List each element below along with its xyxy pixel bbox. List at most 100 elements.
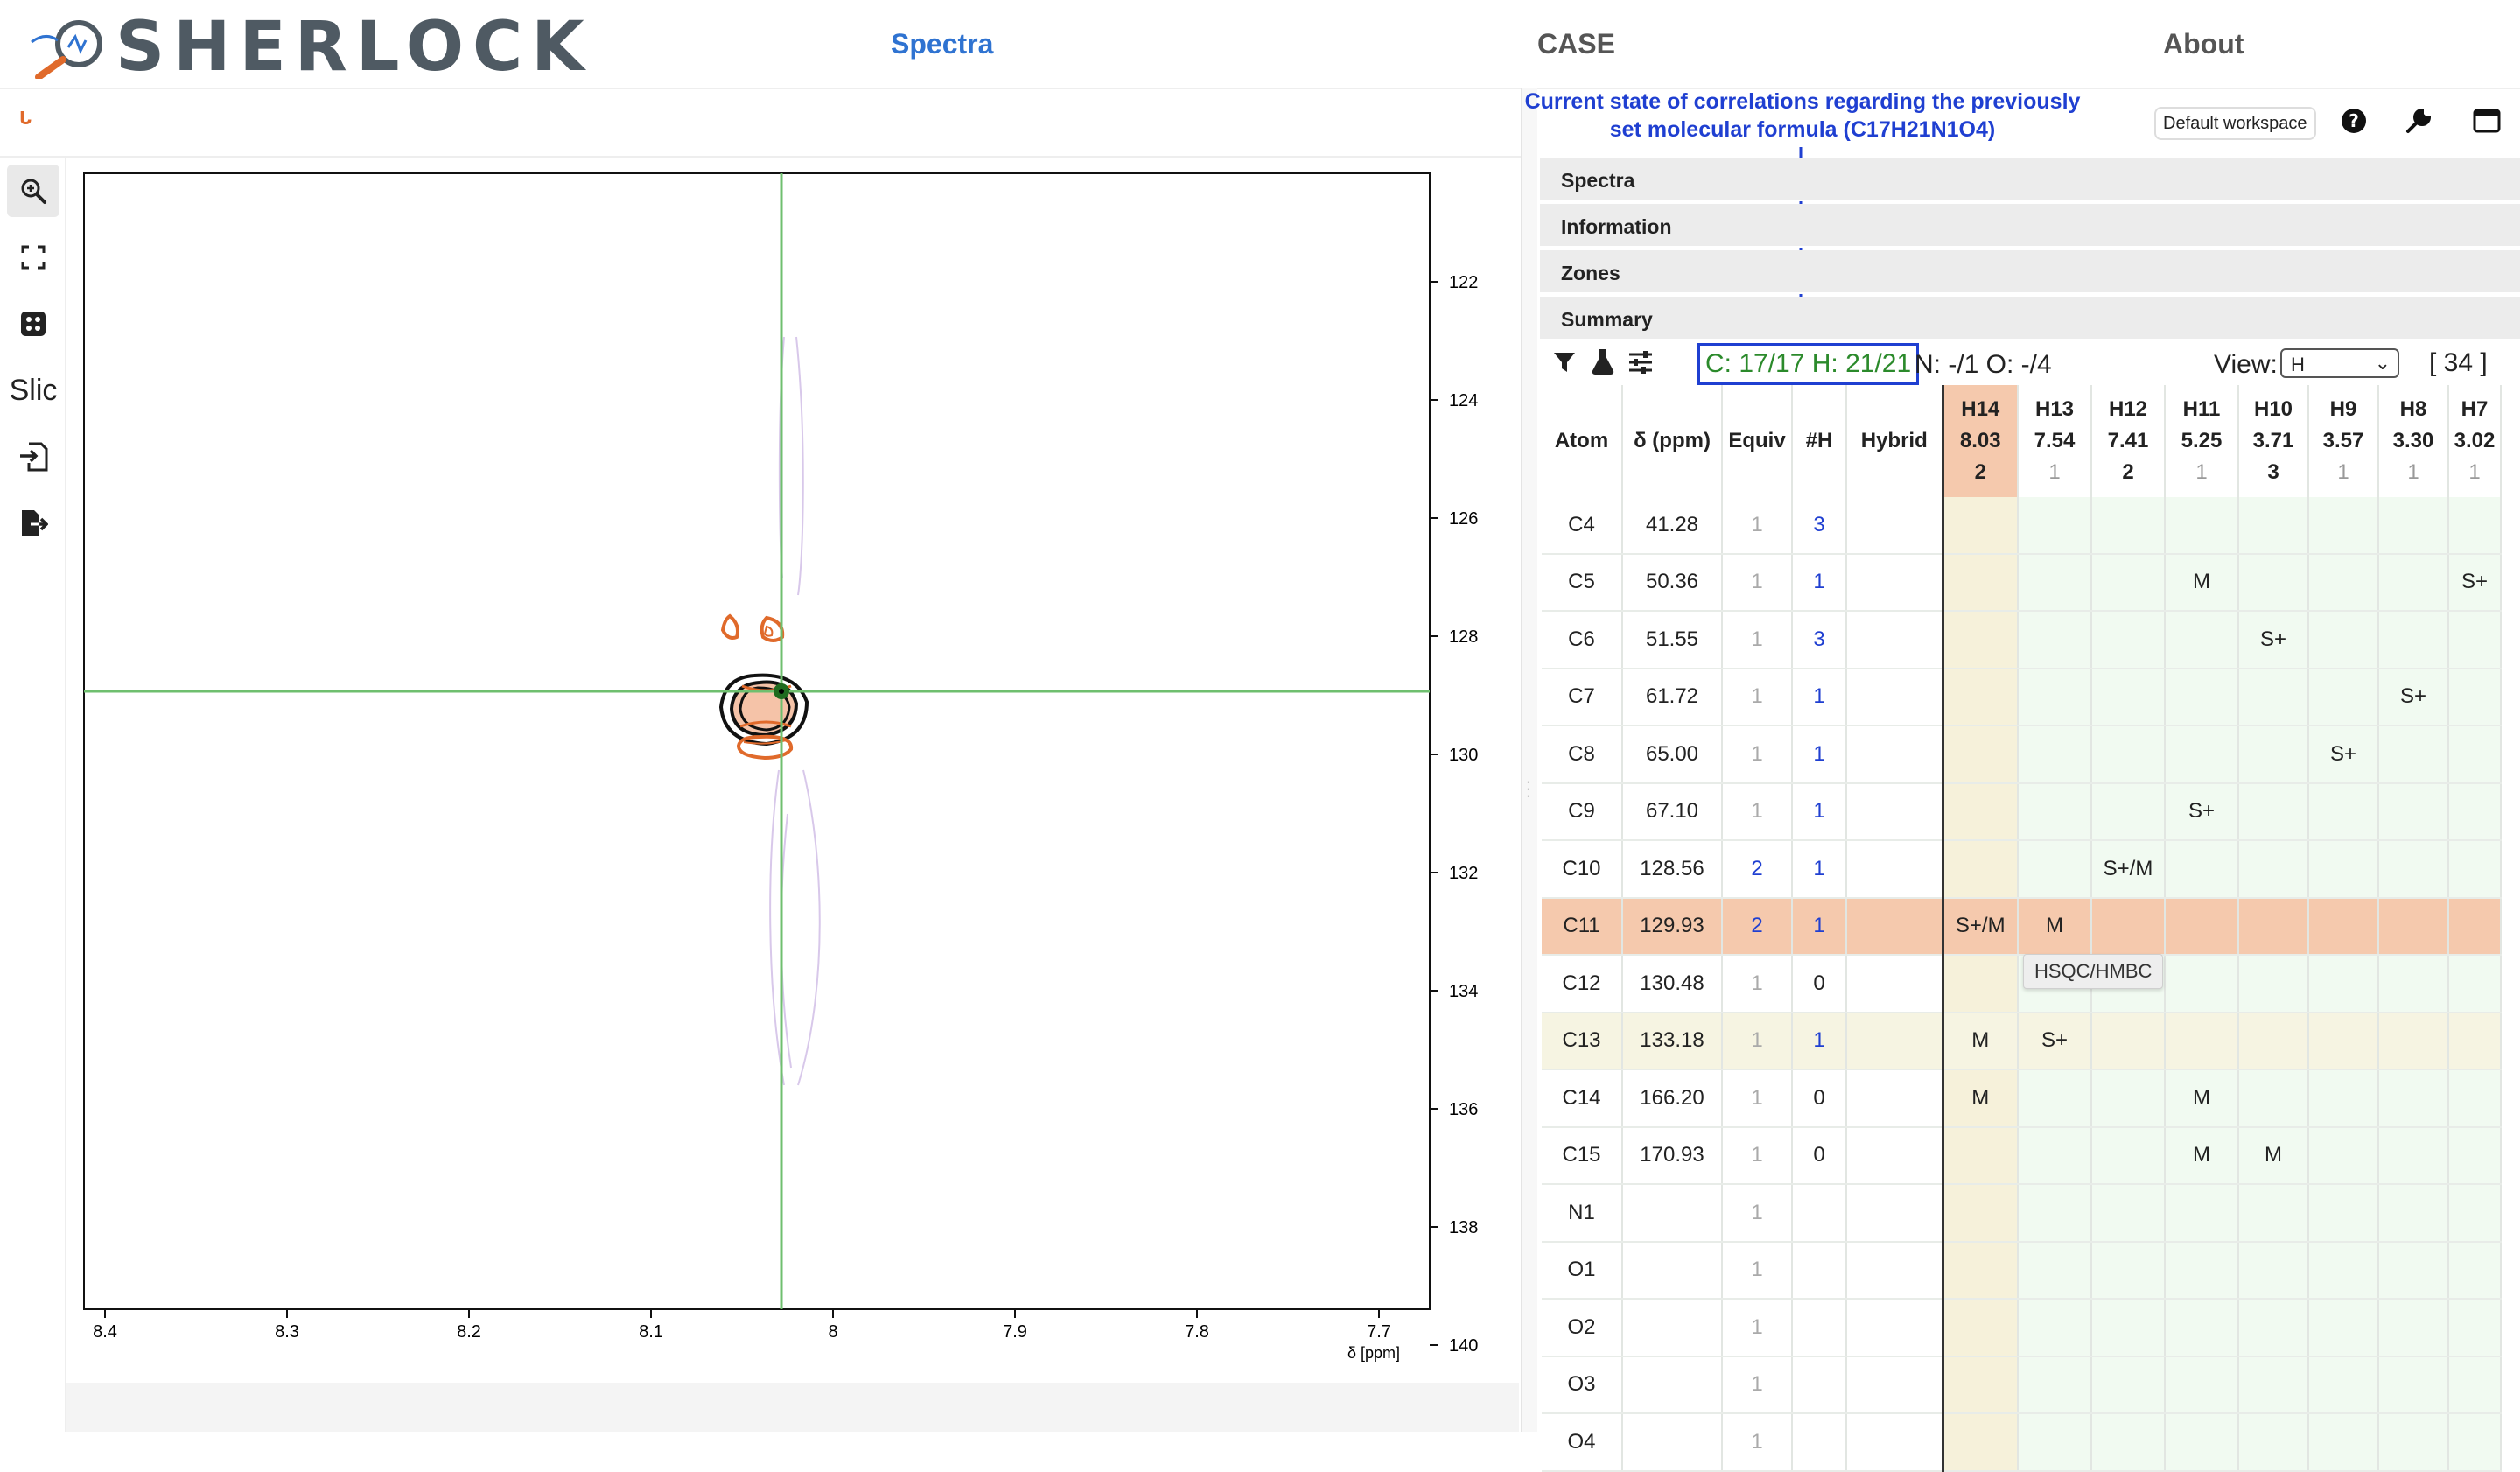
correlation-cell[interactable] [2018,1241,2092,1300]
spectrum-plot[interactable]: 122 124 126 128 130 132 134 136 138 140 8.4 8.3 8.2… [66,158,1519,1381]
correlation-cell[interactable] [2308,1012,2379,1070]
equiv-cell[interactable]: 1 [1722,1184,1793,1243]
table-row[interactable]: C5 50.36 1 1 M S+ [1542,553,2502,612]
correlation-cell[interactable] [2091,1069,2166,1128]
table-row[interactable]: C10 128.56 2 1 S+/M [1542,840,2502,899]
correlation-cell[interactable] [2238,668,2309,726]
equiv-cell[interactable]: 1 [1722,725,1793,784]
equiv-cell[interactable]: 1 [1722,955,1793,1013]
correlation-cell[interactable] [2091,668,2166,726]
correlation-cell[interactable] [2448,1012,2502,1070]
correlation-cell[interactable] [2091,1126,2166,1185]
correlation-cell[interactable] [2238,840,2309,899]
correlation-cell[interactable]: S+ [2378,668,2449,726]
correlation-cell[interactable] [1942,1299,2019,1357]
correlation-cell[interactable] [2018,668,2092,726]
h-count-cell[interactable]: 0 [1792,1069,1847,1128]
correlation-cell[interactable] [2308,1184,2379,1243]
hybrid-cell[interactable] [1846,782,1944,841]
equiv-cell[interactable]: 1 [1722,1069,1793,1128]
correlation-cell[interactable] [2308,1413,2379,1472]
correlation-cell[interactable] [2308,1069,2379,1128]
correlation-cell[interactable] [2238,553,2309,612]
correlation-cell[interactable] [2308,840,2379,899]
correlation-cell[interactable] [1942,668,2019,726]
correlation-cell[interactable] [2378,782,2449,841]
column-header-h7[interactable]: H7 3.02 1 [2448,385,2502,497]
correlation-cell[interactable]: S+/M [1942,897,2019,956]
correlation-cell[interactable] [2448,668,2502,726]
correlation-cell[interactable] [2018,1184,2092,1243]
table-row[interactable]: O2 1 [1542,1299,2502,1357]
column-header-equiv[interactable]: Equiv [1722,385,1793,497]
table-row[interactable]: C4 41.28 1 3 [1542,497,2502,555]
equiv-cell[interactable]: 1 [1722,553,1793,612]
correlation-cell[interactable] [2165,840,2239,899]
correlation-cell[interactable] [1942,1241,2019,1300]
correlation-cell[interactable] [1942,725,2019,784]
workspace-button[interactable]: Default workspace [2154,107,2316,140]
table-row[interactable]: N1 1 [1542,1184,2502,1243]
column-header-h8[interactable]: H8 3.30 1 [2378,385,2449,497]
hybrid-cell[interactable] [1846,1241,1944,1300]
filter-icon[interactable] [1552,350,1577,375]
correlation-cell[interactable] [2308,497,2379,555]
window-button[interactable] [2469,103,2504,138]
table-row[interactable]: C9 67.10 1 1 S+ [1542,782,2502,841]
correlation-cell[interactable] [2091,782,2166,841]
correlation-cell[interactable] [2165,955,2239,1013]
hybrid-cell[interactable] [1846,840,1944,899]
correlation-cell[interactable] [2308,668,2379,726]
correlation-cell[interactable] [2448,1356,2502,1414]
correlation-cell[interactable] [2378,1299,2449,1357]
correlation-cell[interactable] [2448,725,2502,784]
h-count-cell[interactable]: 3 [1792,611,1847,669]
correlation-cell[interactable] [2378,1126,2449,1185]
h-count-cell[interactable] [1792,1413,1847,1472]
correlation-cell[interactable]: S+ [2238,611,2309,669]
correlation-cell[interactable] [1942,782,2019,841]
peak-picking-button[interactable] [7,298,60,350]
correlation-cell[interactable] [2018,1299,2092,1357]
correlation-cell[interactable] [2018,840,2092,899]
splitter-handle-icon[interactable]: · · · [1526,775,1530,803]
hybrid-cell[interactable] [1846,1126,1944,1185]
2d-spectrum-view[interactable]: 122 124 126 128 130 132 134 136 138 140 8.4 8.3 8.2… [66,158,1519,1381]
correlation-cell[interactable] [2165,497,2239,555]
equiv-cell[interactable]: 1 [1722,668,1793,726]
correlation-cell[interactable]: S+ [2165,782,2239,841]
correlation-cell[interactable] [2091,1356,2166,1414]
correlation-cell[interactable] [2308,897,2379,956]
export-button[interactable] [7,497,60,550]
hybrid-cell[interactable] [1846,497,1944,555]
hybrid-cell[interactable] [1846,553,1944,612]
zoom-tool-button[interactable] [7,165,60,217]
correlation-cell[interactable]: S+/M [2091,840,2166,899]
correlation-cell[interactable] [1942,1356,2019,1414]
correlation-cell[interactable] [2018,1356,2092,1414]
column-header-atom[interactable]: Atom [1542,385,1623,497]
correlation-cell[interactable] [2238,1299,2309,1357]
correlation-cell[interactable] [1942,553,2019,612]
correlation-cell[interactable] [2238,1241,2309,1300]
hybrid-cell[interactable] [1846,1184,1944,1243]
correlation-cell[interactable] [2448,897,2502,956]
equiv-cell[interactable]: 2 [1722,897,1793,956]
h-count-cell[interactable]: 1 [1792,668,1847,726]
hybrid-cell[interactable] [1846,1012,1944,1070]
equiv-cell[interactable]: 1 [1722,1126,1793,1185]
hybrid-cell[interactable] [1846,1413,1944,1472]
correlation-cell[interactable] [2165,1299,2239,1357]
correlation-cell[interactable] [2238,1413,2309,1472]
correlation-cell[interactable] [2378,725,2449,784]
h-count-cell[interactable]: 0 [1792,1126,1847,1185]
h-count-cell[interactable]: 1 [1792,553,1847,612]
table-row[interactable]: O1 1 [1542,1241,2502,1300]
correlation-cell[interactable] [2378,897,2449,956]
correlation-cell[interactable] [2018,497,2092,555]
h-count-cell[interactable] [1792,1356,1847,1414]
correlation-cell[interactable] [2238,1012,2309,1070]
view-select[interactable]: H ⌄ [2280,348,2399,378]
column-header-h12[interactable]: H12 7.41 2 [2091,385,2166,497]
correlation-cell[interactable] [2091,553,2166,612]
